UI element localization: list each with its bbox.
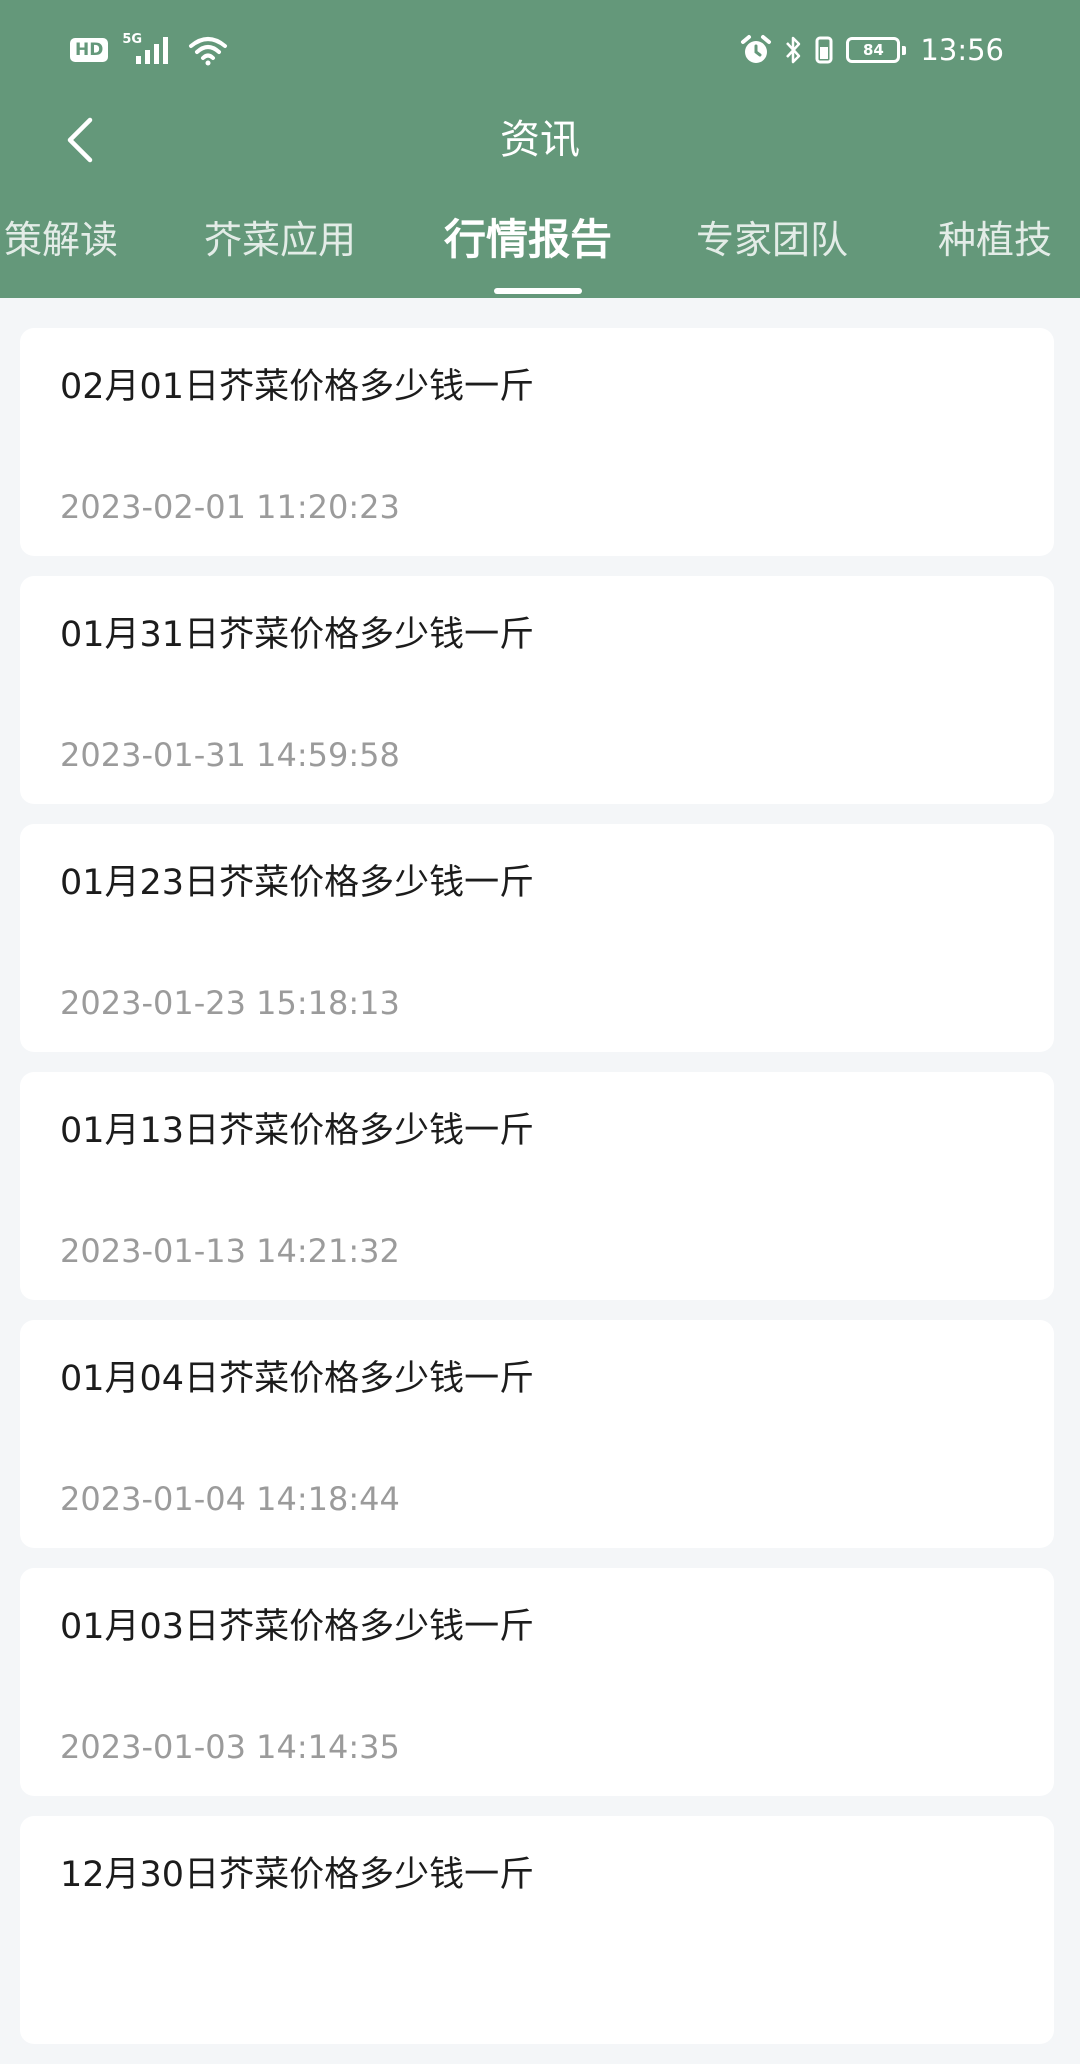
article-title: 12月30日芥菜价格多少钱一斤 [60,1855,535,1895]
cell-signal-icon: 5G [122,32,174,66]
article-title: 01月31日芥菜价格多少钱一斤 [60,615,535,655]
article-card[interactable]: 02月01日芥菜价格多少钱一斤 2023-02-01 11:20:23 [20,328,1054,556]
article-time: 2023-02-01 11:20:23 [60,488,400,526]
article-card[interactable]: 12月30日芥菜价格多少钱一斤 [20,1816,1054,2044]
battery-level: 84 [862,41,884,59]
bluetooth-icon [786,36,801,64]
article-card[interactable]: 01月04日芥菜价格多少钱一斤 2023-01-04 14:18:44 [20,1320,1054,1548]
tab-mustard-application[interactable]: 芥菜应用 [204,210,356,270]
category-tabs: 策解读 芥菜应用 行情报告 专家团队 种植技 [0,210,1080,298]
back-button[interactable] [40,108,120,172]
status-bar: HD 5G 84 13:56 [0,0,1080,100]
article-title: 01月23日芥菜价格多少钱一斤 [60,863,535,903]
article-title: 02月01日芥菜价格多少钱一斤 [60,367,535,407]
article-title: 01月13日芥菜价格多少钱一斤 [60,1111,535,1151]
chevron-left-icon [67,117,93,163]
article-card[interactable]: 01月23日芥菜价格多少钱一斤 2023-01-23 15:18:13 [20,824,1054,1052]
tab-planting-tech[interactable]: 种植技 [938,210,1052,270]
active-tab-indicator [494,288,582,294]
article-time: 2023-01-31 14:59:58 [60,736,400,774]
article-title: 01月04日芥菜价格多少钱一斤 [60,1359,535,1399]
wifi-icon [189,37,228,66]
article-time: 2023-01-13 14:21:32 [60,1232,400,1270]
hd-badge: HD [70,38,109,62]
article-card[interactable]: 01月03日芥菜价格多少钱一斤 2023-01-03 14:14:35 [20,1568,1054,1796]
status-left: HD 5G [70,30,228,70]
page-title: 资讯 [500,117,580,163]
battery-icon: 84 [846,37,907,63]
article-card[interactable]: 01月13日芥菜价格多少钱一斤 2023-01-13 14:21:32 [20,1072,1054,1300]
article-list: 02月01日芥菜价格多少钱一斤 2023-02-01 11:20:23 01月3… [20,328,1054,2064]
article-title: 01月03日芥菜价格多少钱一斤 [60,1607,535,1647]
status-time: 13:56 [920,33,1004,67]
article-time: 2023-01-23 15:18:13 [60,984,400,1022]
status-right: 84 13:56 [740,28,1004,72]
tab-policy[interactable]: 策解读 [4,210,118,270]
article-card[interactable]: 01月31日芥菜价格多少钱一斤 2023-01-31 14:59:58 [20,576,1054,804]
vibrate-icon [815,36,833,64]
tab-expert-team[interactable]: 专家团队 [696,210,848,270]
alarm-icon [741,35,772,63]
article-time: 2023-01-04 14:18:44 [60,1480,400,1518]
tab-market-report[interactable]: 行情报告 [444,210,612,270]
app-header: HD 5G 84 13:56 资讯 策解读 芥菜应用 行情报告 专家团队 种植技 [0,0,1080,298]
article-time: 2023-01-03 14:14:35 [60,1728,400,1766]
